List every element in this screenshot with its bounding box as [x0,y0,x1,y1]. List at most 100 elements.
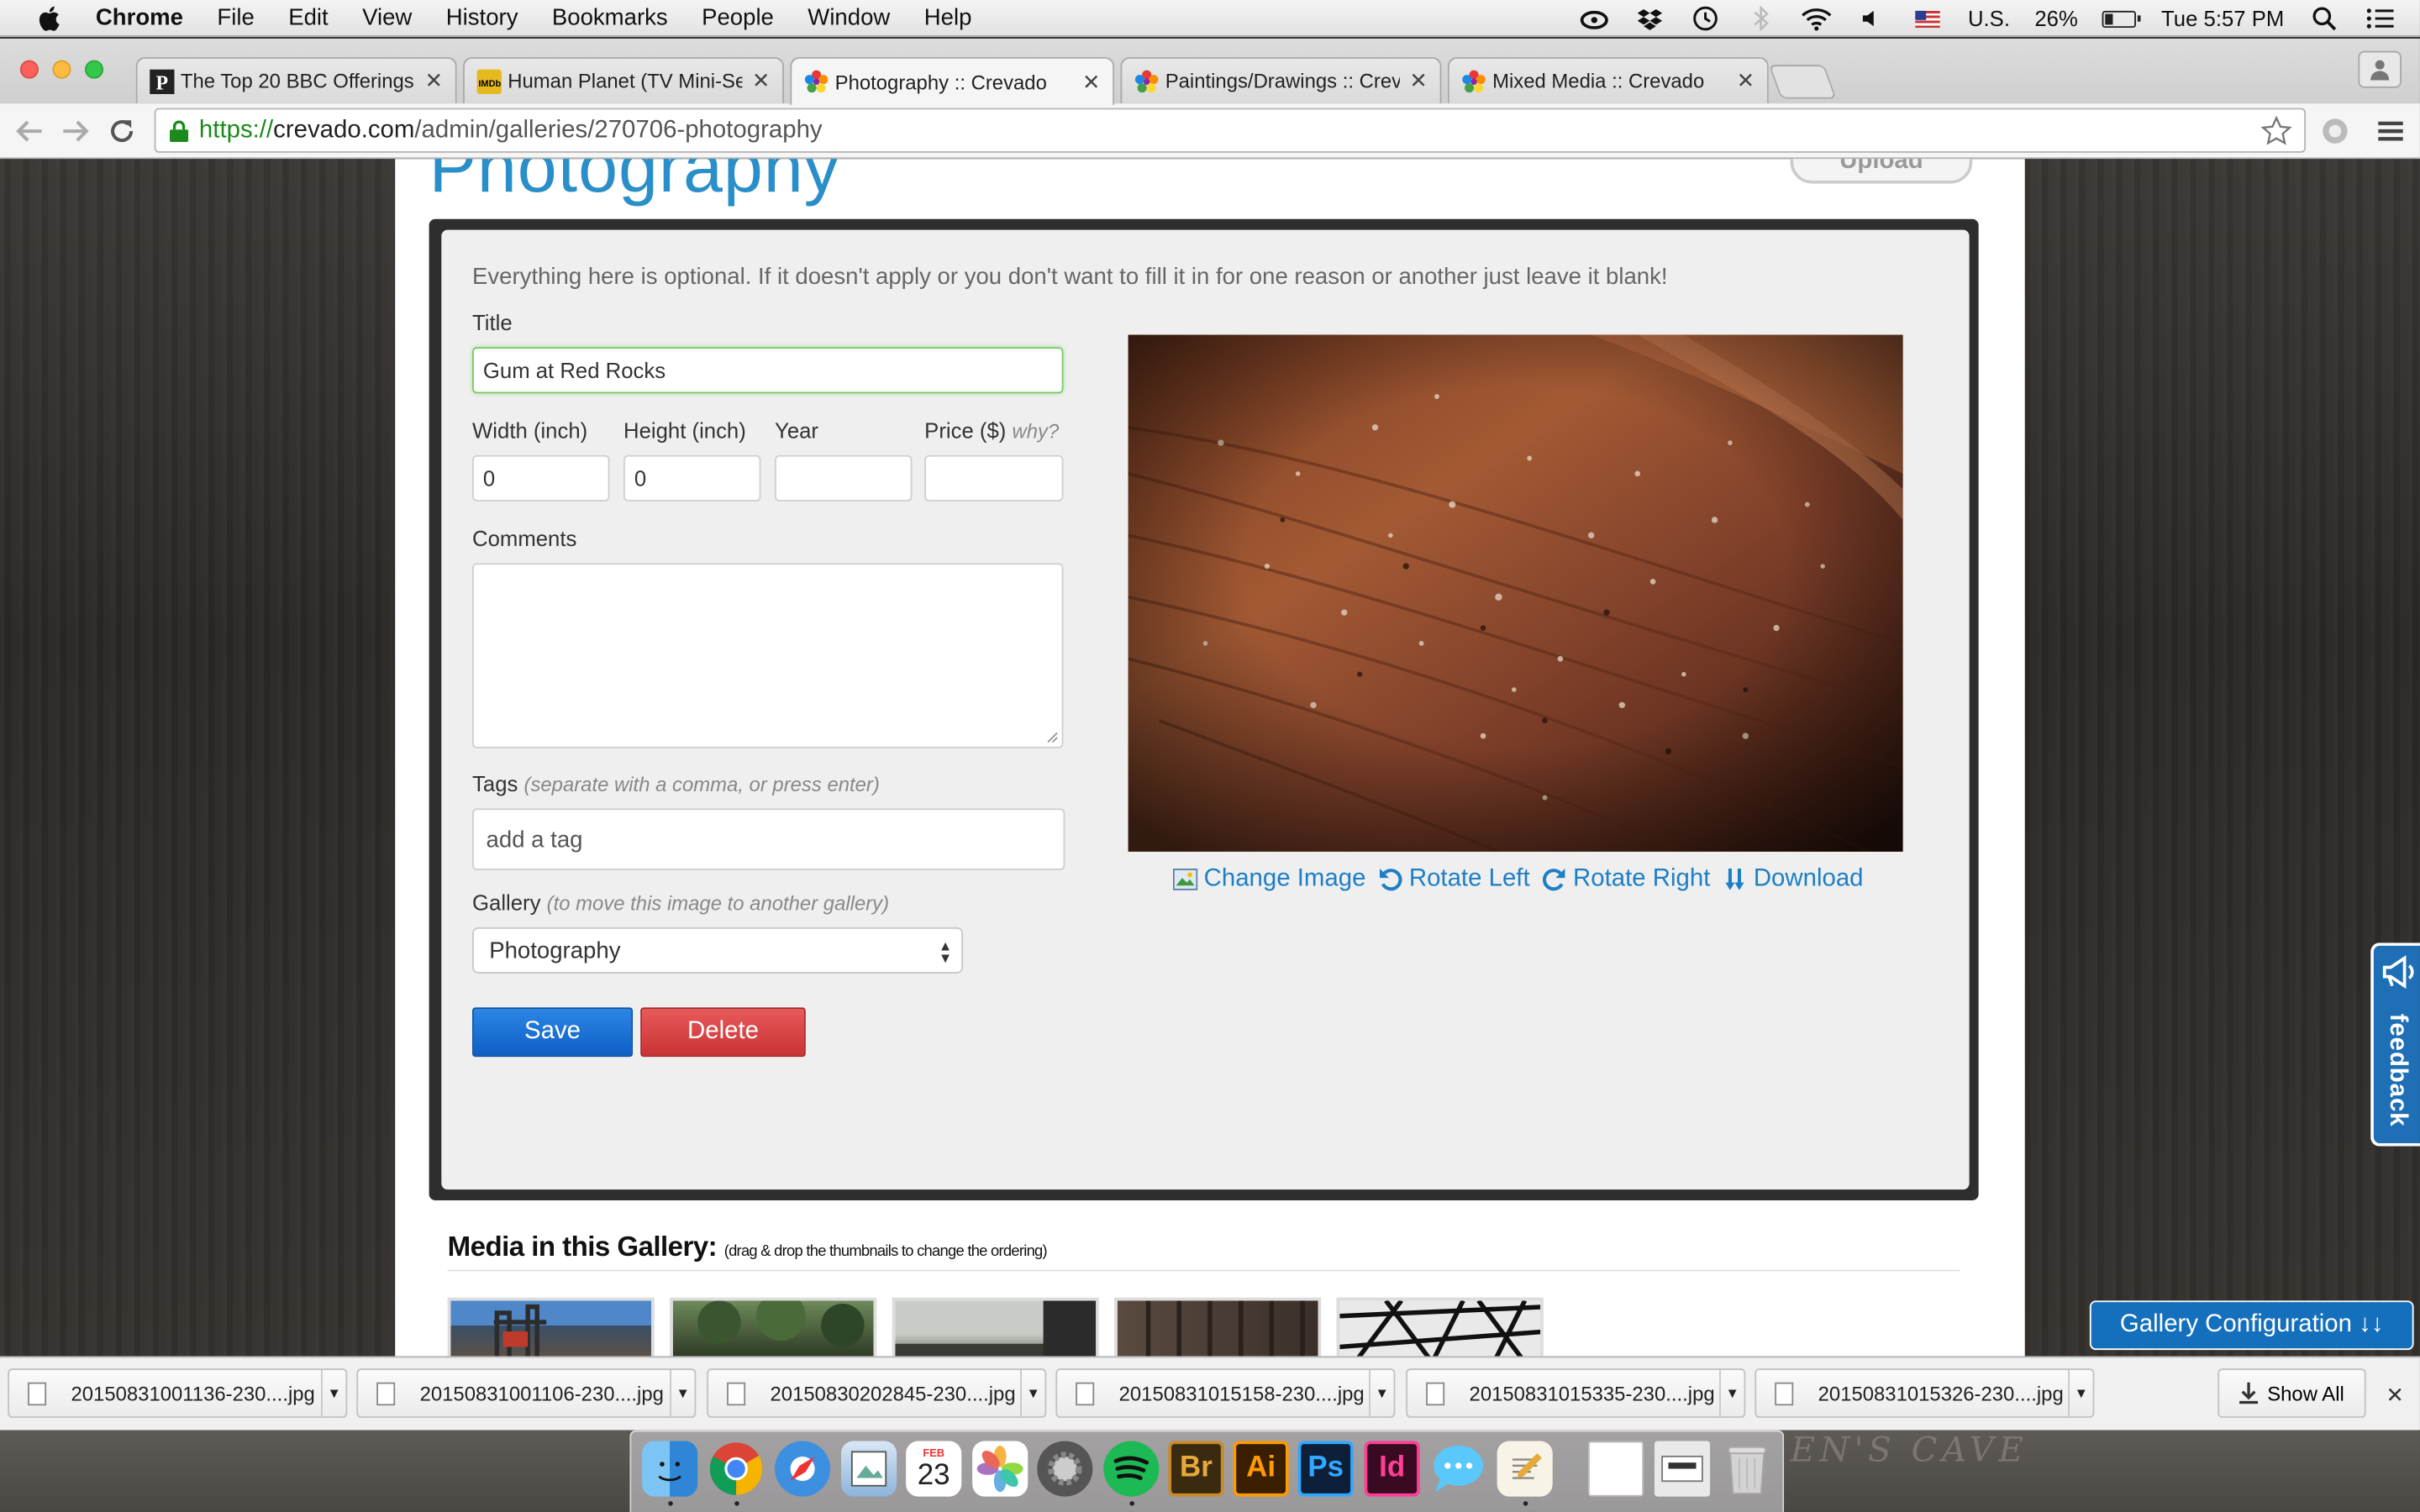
extension-icon[interactable] [2318,114,2352,148]
download-item[interactable]: 20150831015326-230....jpg ▼ [1754,1368,2095,1418]
menu-help[interactable]: Help [924,5,972,31]
chevron-down-icon[interactable]: ▼ [1020,1369,1044,1417]
notification-center-icon[interactable] [2365,6,2396,30]
gallery-select[interactable]: Photography ▲ ▼ [472,927,964,974]
web-page: Photography Upload Everything here is op… [0,159,2420,1357]
menu-window[interactable]: Window [808,5,890,31]
wifi-icon[interactable] [1802,6,1833,30]
creative-cloud-icon[interactable] [1579,6,1610,30]
tab-paintings-drawings[interactable]: Paintings/Drawings :: Crev ✕ [1120,56,1442,104]
menu-app-name[interactable]: Chrome [96,5,183,31]
apple-menu-icon[interactable] [34,4,61,32]
zoom-window-button[interactable] [85,60,104,79]
messages-icon[interactable] [1431,1441,1486,1496]
rotate-left-link[interactable]: Rotate Left [1378,865,1530,893]
us-flag-icon[interactable] [1912,6,1944,30]
chevron-down-icon[interactable]: ▼ [1369,1369,1393,1417]
rotate-right-link[interactable]: Rotate Right [1542,865,1710,893]
close-downloads-icon[interactable]: ✕ [2386,1383,2405,1409]
upload-button[interactable]: Upload [1790,159,1973,184]
gallery-thumbnail[interactable] [670,1297,877,1357]
photos-icon[interactable] [972,1441,1028,1497]
year-input[interactable] [775,454,913,501]
dropbox-icon[interactable] [1634,6,1665,30]
menu-history[interactable]: History [446,5,518,31]
price-why-link[interactable]: why? [1013,420,1060,444]
bridge-icon[interactable]: Br [1168,1441,1224,1497]
safari-icon[interactable] [775,1441,831,1497]
time-machine-icon[interactable] [1690,6,1721,31]
volume-icon[interactable] [1857,6,1888,30]
download-link[interactable]: Download [1723,865,1864,893]
download-item[interactable]: 20150831015158-230....jpg ▼ [1055,1368,1396,1418]
new-tab-button[interactable] [1768,65,1837,99]
forward-button[interactable] [59,114,92,148]
tab-close-icon[interactable]: ✕ [425,68,444,94]
menu-edit[interactable]: Edit [288,5,328,31]
document-icon[interactable] [1587,1441,1644,1497]
indesign-icon[interactable]: Id [1364,1441,1420,1497]
change-image-link[interactable]: Change Image [1172,865,1365,893]
comments-textarea[interactable] [472,563,1064,748]
chevron-down-icon[interactable]: ▼ [321,1369,345,1417]
menu-view[interactable]: View [362,5,412,31]
delete-button[interactable]: Delete [640,1007,806,1058]
tab-close-icon[interactable]: ✕ [752,68,771,94]
tab-close-icon[interactable]: ✕ [1737,68,1755,94]
close-window-button[interactable] [19,60,39,79]
download-item[interactable]: 20150831015335-230....jpg ▼ [1406,1368,1746,1418]
spotlight-icon[interactable] [2309,6,2340,31]
chrome-icon[interactable] [708,1441,764,1496]
tab-photography[interactable]: Photography :: Crevado ✕ [790,56,1115,105]
menu-file[interactable]: File [217,5,254,31]
tab-bbc-offerings[interactable]: P The Top 20 BBC Offerings ✕ [135,56,457,104]
menubar-clock[interactable]: Tue 5:57 PM [2161,6,2284,30]
battery-percent[interactable]: 26% [2034,6,2077,30]
show-all-downloads-button[interactable]: Show All [2217,1368,2366,1418]
illustrator-icon[interactable]: Ai [1233,1441,1289,1497]
profile-button[interactable] [2358,50,2402,88]
downloads-stack-icon[interactable] [1654,1441,1711,1497]
menu-people[interactable]: People [702,5,774,31]
save-button[interactable]: Save [472,1007,634,1058]
download-item[interactable]: 20150831001106-230....jpg ▼ [356,1368,697,1418]
finder-icon[interactable] [642,1441,698,1497]
calendar-icon[interactable]: FEB 23 [906,1441,962,1497]
tab-human-planet[interactable]: IMDb Human Planet (TV Mini-Ser ✕ [463,56,785,104]
chrome-menu-icon[interactable] [2374,114,2407,148]
gallery-thumbnail[interactable] [1114,1297,1322,1357]
price-input[interactable] [924,454,1064,501]
preview-icon[interactable] [841,1441,897,1497]
gallery-thumbnail[interactable] [447,1297,655,1357]
address-bar[interactable]: https://crevado.com/admin/galleries/2707… [154,108,2307,153]
height-input[interactable]: 0 [623,454,761,501]
gallery-thumbnail[interactable] [892,1297,1099,1357]
bluetooth-icon[interactable] [1745,6,1776,31]
back-button[interactable] [13,114,46,148]
download-item[interactable]: 20150831001136-230....jpg ▼ [8,1368,348,1418]
tab-mixed-media[interactable]: Mixed Media :: Crevado ✕ [1447,56,1769,104]
minimize-window-button[interactable] [52,60,71,79]
reload-button[interactable] [105,114,139,148]
chevron-down-icon[interactable]: ▼ [670,1369,694,1417]
tab-close-icon[interactable]: ✕ [1409,68,1428,94]
menu-bookmarks[interactable]: Bookmarks [552,5,668,31]
spotify-icon[interactable] [1103,1441,1160,1497]
system-preferences-icon[interactable] [1037,1441,1093,1497]
gallery-configuration-button[interactable]: Gallery Configuration ↓↓ [2089,1300,2414,1351]
gallery-thumbnail[interactable] [1336,1297,1544,1357]
chevron-down-icon[interactable]: ▼ [2068,1369,2092,1417]
textedit-icon[interactable] [1497,1441,1553,1497]
tab-close-icon[interactable]: ✕ [1082,69,1101,95]
download-item[interactable]: 20150830202845-230....jpg ▼ [707,1368,1047,1418]
tags-input[interactable]: add a tag [472,808,1065,870]
battery-icon[interactable] [2102,9,2142,28]
feedback-tab[interactable]: feedback [2370,942,2420,1147]
input-source-label[interactable]: U.S. [1968,6,2010,30]
bookmark-star-icon[interactable] [2260,115,2292,147]
chevron-down-icon[interactable]: ▼ [1719,1369,1744,1417]
title-input[interactable]: Gum at Red Rocks [472,347,1064,394]
trash-icon[interactable] [1719,1441,1775,1496]
photoshop-icon[interactable]: Ps [1297,1441,1354,1497]
width-input[interactable]: 0 [472,454,610,501]
